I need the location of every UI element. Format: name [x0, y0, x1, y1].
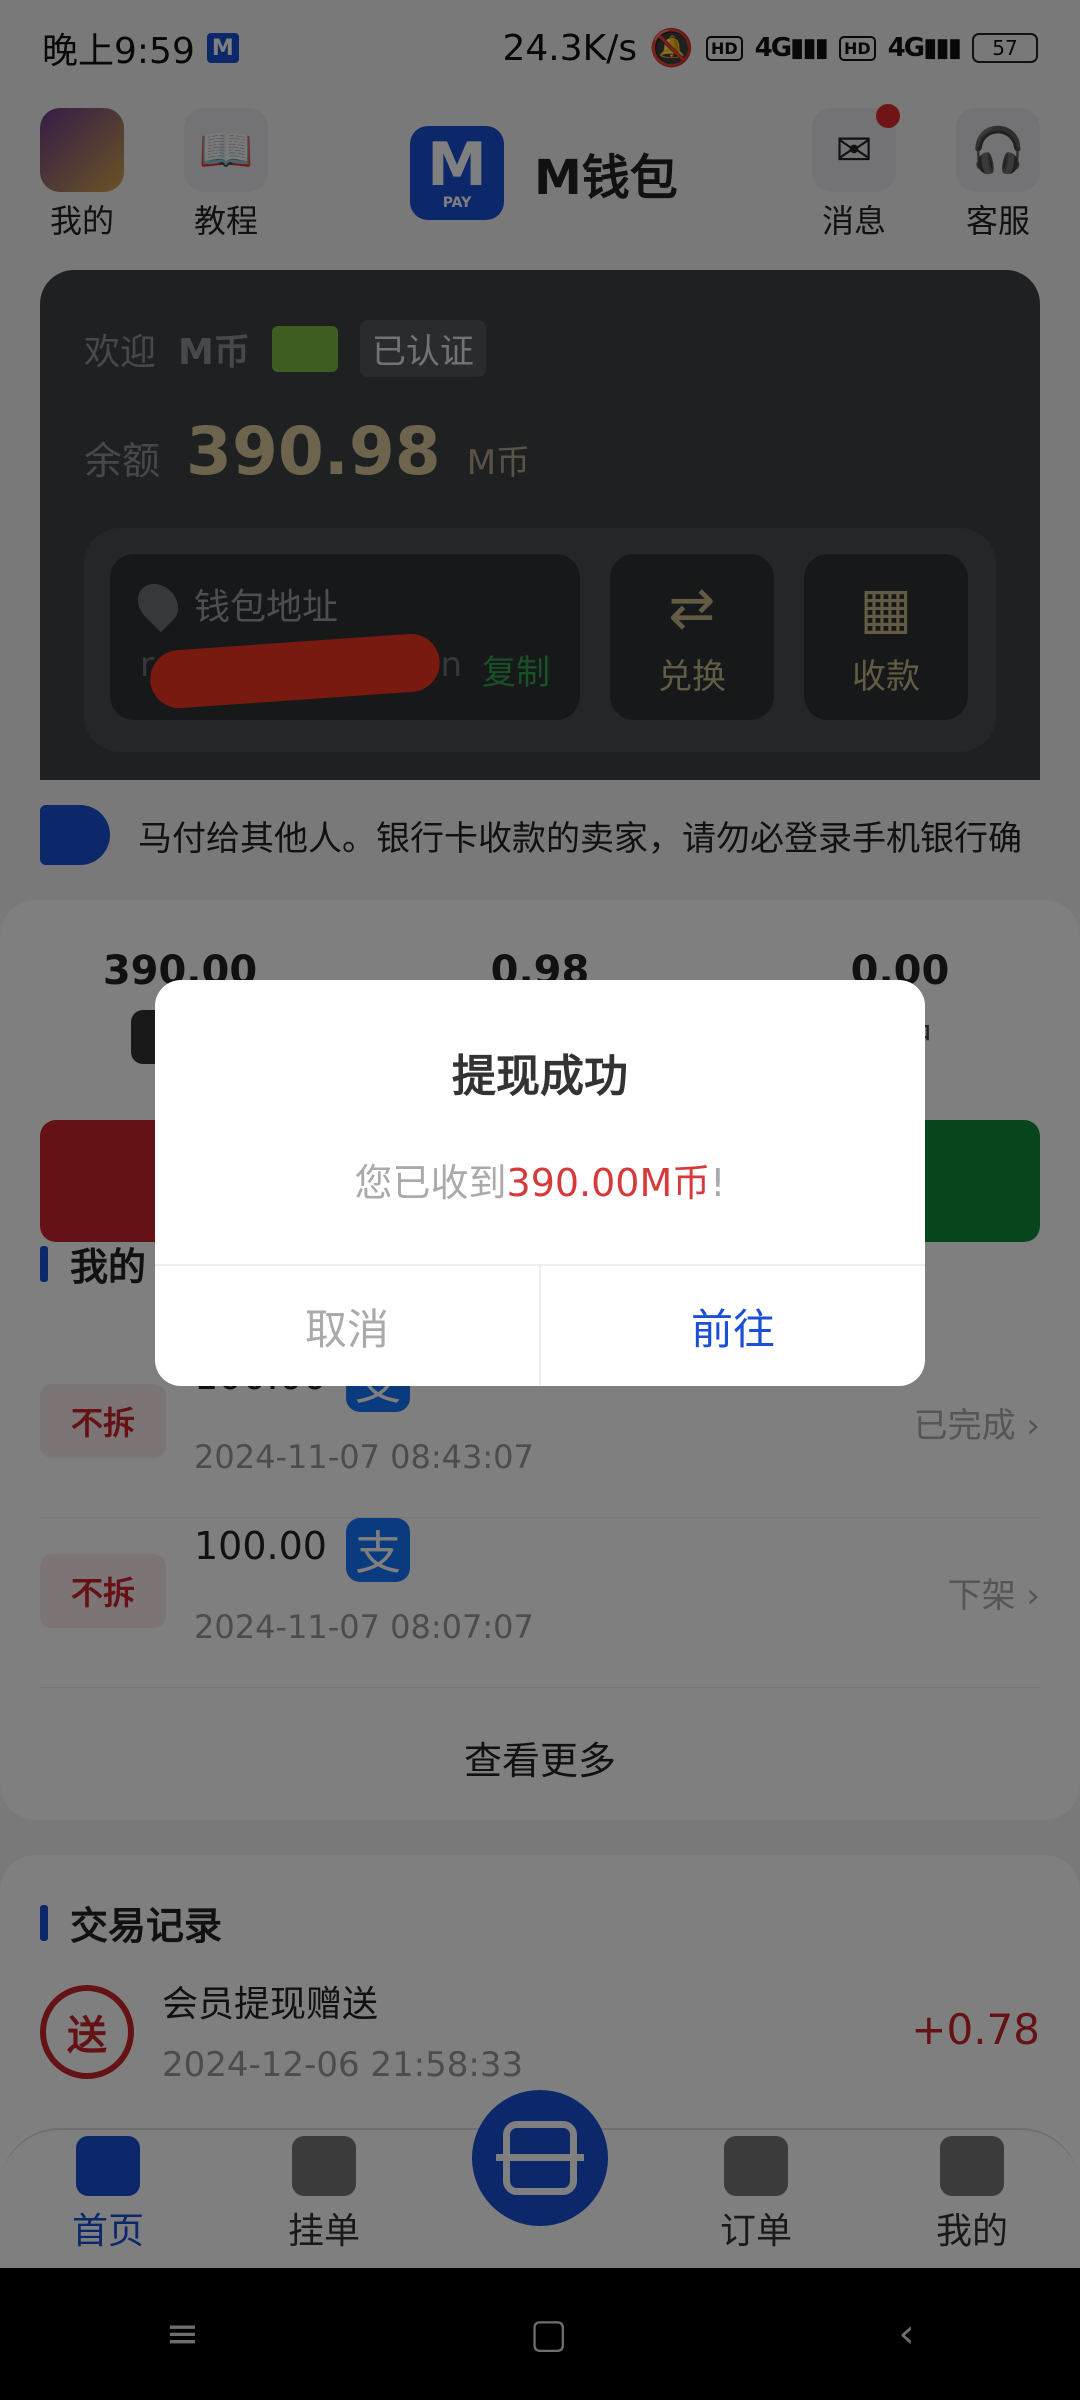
withdraw-success-dialog: 提现成功 您已收到390.00M币! 取消 前往: [155, 980, 925, 1386]
go-button[interactable]: 前往: [541, 1266, 925, 1386]
cancel-button[interactable]: 取消: [155, 1266, 541, 1386]
dialog-message: 您已收到390.00M币!: [155, 1152, 925, 1207]
dialog-amount: 390.00M币: [506, 1161, 711, 1205]
dialog-title: 提现成功: [452, 1051, 628, 1102]
dialog-message-suffix: !: [710, 1161, 726, 1205]
dialog-message-prefix: 您已收到: [354, 1161, 507, 1205]
